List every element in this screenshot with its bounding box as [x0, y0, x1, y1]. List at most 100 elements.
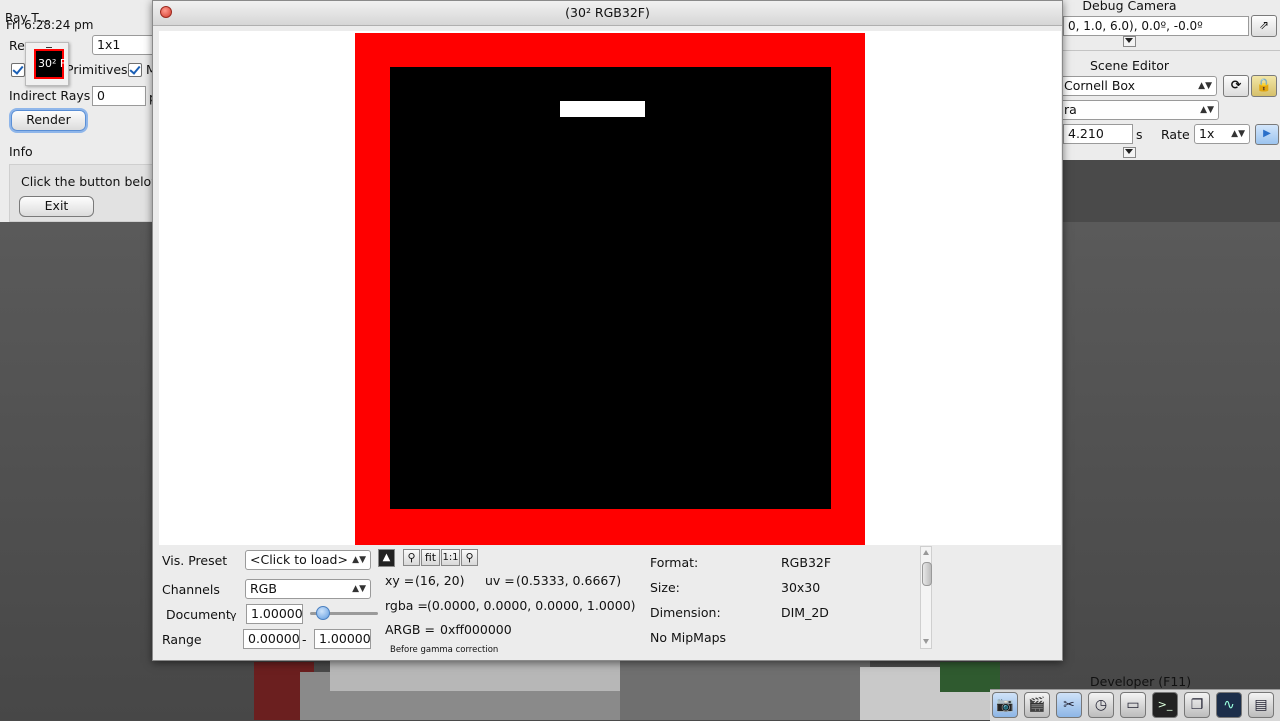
select-arrows-icon: ▲▼ — [1231, 129, 1245, 139]
rate-select-value: 1x — [1199, 126, 1215, 141]
rgba-label: rgba = — [385, 598, 428, 613]
eyedropper-icon[interactable]: ⚲ — [403, 549, 420, 566]
tools-icon[interactable]: ✂ — [1056, 692, 1082, 718]
xy-label: xy = — [385, 573, 415, 588]
window-title: (30² RGB32F) — [565, 5, 650, 20]
format-value: RGB32F — [781, 555, 832, 570]
expand-arrow-icon — [1125, 149, 1133, 154]
one-to-one-button[interactable]: 1:1 — [441, 549, 460, 566]
page-icon[interactable]: ▤ — [1248, 692, 1274, 718]
resolution-field[interactable]: 1x1 — [92, 35, 156, 55]
info-text: Click the button below t — [21, 174, 171, 189]
panel-divider — [1063, 50, 1280, 51]
range-label: Range — [162, 632, 202, 647]
reload-scene-button[interactable]: ⟳ — [1223, 75, 1249, 97]
scroll-down-arrow-icon[interactable] — [923, 639, 929, 644]
m-checkbox[interactable] — [128, 63, 142, 77]
argb-value: 0xff000000 — [440, 622, 512, 637]
window-titlebar[interactable]: (30² RGB32F) — [153, 1, 1062, 26]
camera-link-icon[interactable]: ⇗ — [1251, 15, 1277, 37]
close-icon[interactable] — [160, 6, 172, 18]
select-arrows-icon: ▲▼ — [1198, 81, 1212, 91]
info-scrollbar[interactable] — [920, 546, 932, 649]
vis-preset-select[interactable]: <Click to load> ▲▼ — [245, 550, 371, 570]
mipmaps-label: No MipMaps — [650, 630, 727, 645]
select-arrows-icon: ▲▼ — [352, 555, 366, 565]
scene-select[interactable]: Cornell Box ▲▼ — [1059, 76, 1217, 96]
channels-value: RGB — [250, 581, 277, 596]
note-icon[interactable]: ▭ — [1120, 692, 1146, 718]
image-viewer-window: (30² RGB32F) Vis. Preset <Click to load>… — [152, 0, 1063, 661]
gamma-field[interactable]: 1.00000 — [246, 604, 303, 624]
play-button[interactable]: ▶ — [1255, 124, 1279, 145]
range-min-field[interactable]: 0.00000 — [243, 629, 300, 649]
lock-view-icon[interactable]: ▲ — [378, 549, 395, 567]
clock-icon[interactable]: ◷ — [1088, 692, 1114, 718]
probe-icon[interactable]: ⚲ — [461, 549, 478, 566]
range-separator: - — [302, 632, 307, 647]
camera-select[interactable]: ra ▲▼ — [1059, 100, 1219, 120]
format-label: Format: — [650, 555, 699, 570]
dimension-value: DIM_2D — [781, 605, 829, 620]
indirect-rays-field[interactable]: 0 — [92, 86, 146, 106]
developer-title: Developer (F11) — [1090, 674, 1192, 689]
image-thumbnail[interactable]: 30² F — [25, 42, 69, 86]
time-unit: s — [1136, 127, 1143, 142]
ray-trace-panel: Ray T... Re 1x1 Primitives M Indirect Ra… — [0, 0, 170, 222]
checkbox-icon[interactable] — [11, 63, 25, 77]
rgba-value: (0.0000, 0.0000, 0.0000, 1.0000) — [427, 598, 636, 613]
camera-select-value: ra — [1064, 102, 1077, 117]
clock: Fri 6:28:24 pm — [6, 18, 94, 32]
expand-arrow-icon — [1125, 38, 1133, 43]
vis-preset-value: <Click to load> — [250, 552, 348, 567]
size-label: Size: — [650, 580, 680, 595]
dimension-label: Dimension: — [650, 605, 721, 620]
uv-value: (0.5333, 0.6667) — [516, 573, 622, 588]
scene-box-right — [620, 661, 870, 720]
indirect-rays-label: Indirect Rays — [9, 88, 91, 103]
developer-dock: Developer (F11) 📷 🎬 ✂ ◷ ▭ >_ ❐ ∿ ▤ — [990, 674, 1280, 721]
clapper-icon[interactable]: 🎬 — [1024, 692, 1050, 718]
gamma-symbol: γ — [230, 609, 237, 622]
argb-label: ARGB = — [385, 622, 435, 637]
size-value: 30x30 — [781, 580, 821, 595]
scene-select-value: Cornell Box — [1064, 78, 1136, 93]
vis-preset-label: Vis. Preset — [162, 553, 228, 568]
scene-editor-title: Scene Editor — [1089, 58, 1170, 73]
graph-icon[interactable]: ∿ — [1216, 692, 1242, 718]
image-light-source — [560, 101, 645, 117]
camera-icon[interactable]: 📷 — [992, 692, 1018, 718]
right-panels: Debug Camera 0, 1.0, 6.0), 0.0º, -0.0º ⇗… — [1059, 0, 1280, 160]
debug-camera-field[interactable]: 0, 1.0, 6.0), 0.0º, -0.0º — [1063, 16, 1249, 36]
uv-label: uv = — [485, 573, 515, 588]
image-black-interior — [390, 67, 831, 509]
render-button[interactable]: Render — [11, 110, 86, 131]
thumbnail-label: 30² F — [38, 57, 67, 70]
scrollbar-thumb[interactable] — [922, 562, 932, 586]
thumbnail-minimize-icon — [46, 47, 52, 48]
document-label: Document — [166, 607, 231, 622]
lock-button[interactable]: 🔒 — [1251, 75, 1277, 97]
select-arrows-icon: ▲▼ — [352, 584, 366, 594]
xy-value: (16, 20) — [415, 573, 465, 588]
fit-button[interactable]: fit — [421, 549, 440, 566]
primitives-label: Primitives — [66, 62, 128, 77]
select-arrows-icon: ▲▼ — [1200, 105, 1214, 115]
exit-button[interactable]: Exit — [19, 196, 94, 217]
gamma-slider-thumb[interactable] — [316, 606, 330, 620]
gamma-note: Before gamma correction — [390, 645, 499, 655]
rate-label: Rate — [1161, 127, 1190, 142]
range-max-field[interactable]: 1.00000 — [314, 629, 371, 649]
channels-label: Channels — [162, 582, 220, 597]
scroll-up-arrow-icon[interactable] — [923, 550, 929, 555]
image-canvas[interactable] — [159, 31, 1061, 545]
info-label: Info — [9, 144, 33, 159]
windows-icon[interactable]: ❐ — [1184, 692, 1210, 718]
debug-camera-title: Debug Camera — [1082, 0, 1177, 13]
channels-select[interactable]: RGB ▲▼ — [245, 579, 371, 599]
terminal-icon[interactable]: >_ — [1152, 692, 1178, 718]
scene-box-top — [330, 661, 620, 691]
rate-select[interactable]: 1x ▲▼ — [1194, 124, 1250, 144]
time-field[interactable]: 4.210 — [1063, 124, 1133, 144]
resolution-label: Re — [9, 38, 25, 53]
